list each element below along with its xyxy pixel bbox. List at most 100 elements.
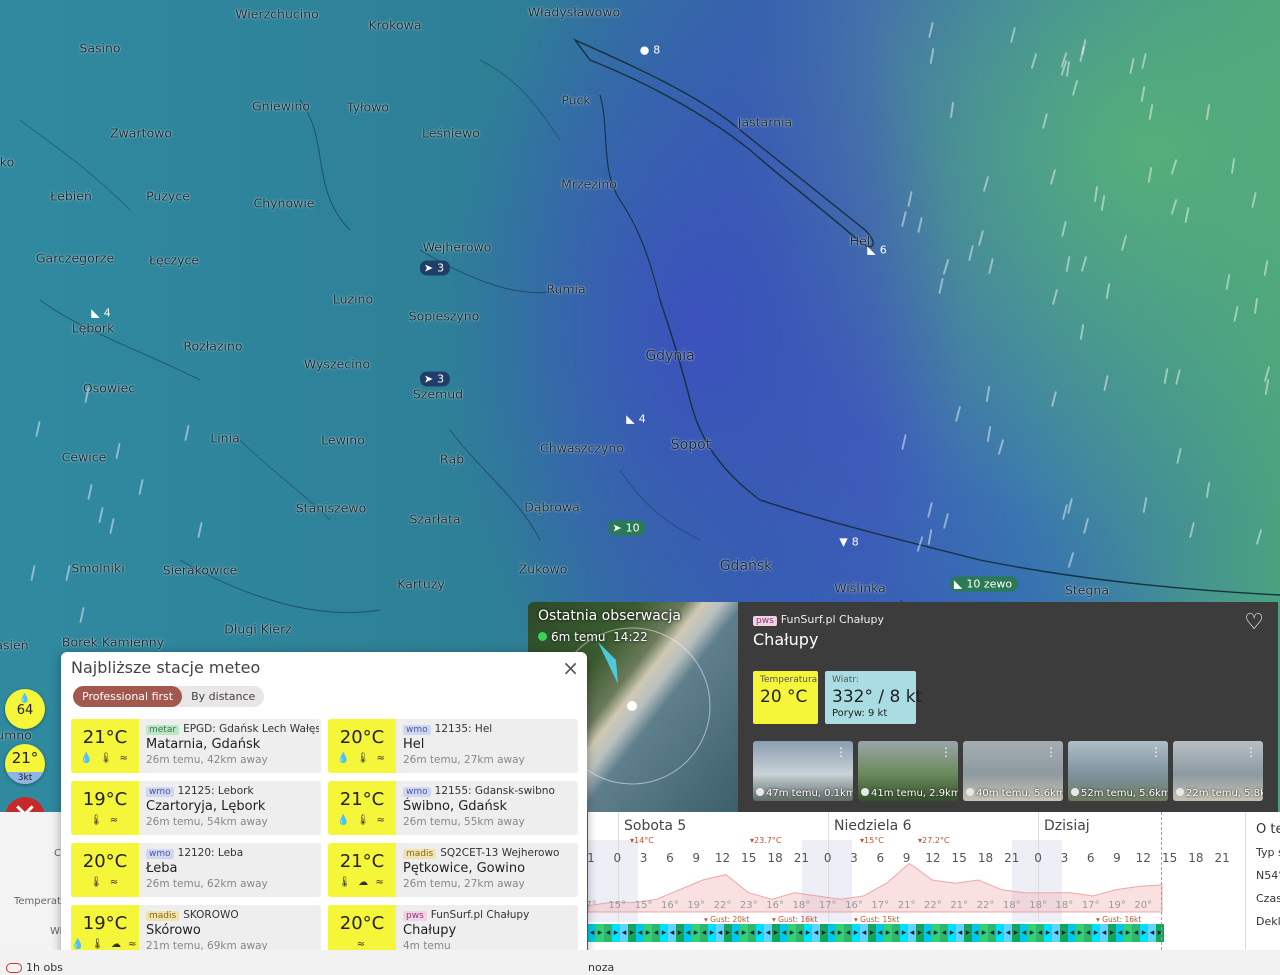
wind-station-marker[interactable]: ➤ 10 xyxy=(608,520,646,536)
source-badge: wmo xyxy=(146,849,174,859)
place-label: Wierzchucino xyxy=(235,6,319,22)
wind-cell: ◂ xyxy=(1004,924,1012,942)
sort-toggle: Professional first By distance xyxy=(73,686,265,707)
webcam-age: 22m temu, 5.8km xyxy=(1186,788,1263,799)
station-detail: 26m temu, 42km away xyxy=(146,754,268,766)
place-label: Lewino xyxy=(321,432,365,448)
layer-toggle[interactable]: 1h obs xyxy=(6,961,63,974)
wind-arrow-icon: ◣ xyxy=(953,577,963,591)
wind-cell: ▸ xyxy=(820,924,828,942)
place-label: Sasino xyxy=(79,40,121,56)
temp-label: 23° xyxy=(739,900,758,911)
wind-cell: ◂ xyxy=(588,924,596,942)
station-card[interactable]: 20°C 💧 🌡 ≈ wmo 12135: Hel Hel 26m temu, 27km … xyxy=(328,719,578,773)
temp-label: 19° xyxy=(687,900,706,911)
place-label: Długi Kierz xyxy=(224,621,292,637)
sort-professional-button[interactable]: Professional first xyxy=(73,686,183,707)
wind-station-marker[interactable]: ➤ 3 xyxy=(419,371,451,387)
temp-label: 15° xyxy=(634,900,653,911)
place-label: Kartuzy xyxy=(397,576,445,592)
wind-arrow-icon: ◣ xyxy=(91,306,100,320)
wind-cell: ◂ xyxy=(892,924,900,942)
temp-label: 18° xyxy=(1055,900,1074,911)
wind-cell: ▸ xyxy=(788,924,796,942)
close-popup-button[interactable]: × xyxy=(562,656,579,680)
wind-cell: ▸ xyxy=(1156,924,1164,942)
webcam-thumbnail[interactable]: ⋮ 47m temu, 0.1km xyxy=(753,741,853,801)
station-detail: 26m temu, 62km away xyxy=(146,878,268,890)
wind-station-marker[interactable]: ● 8 xyxy=(636,43,667,58)
station-temp-box: 21°C 💧 🌡 ≈ xyxy=(328,781,396,835)
wind-cell: ▸ xyxy=(916,924,924,942)
wind-cell: ◂ xyxy=(1116,924,1124,942)
webcam-thumbnail[interactable]: ⋮ 22m temu, 5.8km xyxy=(1173,741,1263,801)
wind-cell: ▸ xyxy=(1092,924,1100,942)
more-vert-icon[interactable]: ⋮ xyxy=(1150,745,1162,759)
nearest-stations-popup: Najbliższe stacje meteo × Professional f… xyxy=(61,652,587,974)
wind-station-marker[interactable]: ▼ 8 xyxy=(835,535,864,550)
info-label: Dekl xyxy=(1256,915,1280,928)
wind-speed-label: 10 zewo xyxy=(966,577,1013,591)
wind-station-marker[interactable]: ◣ 10 zewo xyxy=(949,576,1019,592)
wind-cell: ▸ xyxy=(692,924,700,942)
wind-arrow-icon: ▼ xyxy=(839,535,848,549)
station-temp: 21°C xyxy=(339,789,385,810)
webcam-caption: 41m temu, 2.9km xyxy=(861,788,958,799)
place-label: ko xyxy=(0,154,15,170)
rain-value: 64 xyxy=(16,703,34,718)
station-card[interactable]: 21°C 💧 🌡 ≈ wmo 12155: Gdansk-swibno Świbno, … xyxy=(328,781,578,835)
sort-distance-button[interactable]: By distance xyxy=(182,686,264,707)
gust-value: Poryw: 9 kt xyxy=(832,708,888,719)
wind-cell: ▸ xyxy=(1012,924,1020,942)
temperature-box: Temperatura: 20 °C xyxy=(753,671,820,724)
wind-cell: ◂ xyxy=(1052,924,1060,942)
place-label: umno xyxy=(0,727,32,743)
place-label: Stegna xyxy=(1064,582,1110,598)
station-detail: 26m temu, 54km away xyxy=(146,816,268,828)
wind-cell: ◂ xyxy=(972,924,980,942)
wind-cell: ▸ xyxy=(932,924,940,942)
favorite-heart-icon[interactable]: ♡ xyxy=(1244,610,1264,635)
more-vert-icon[interactable]: ⋮ xyxy=(1245,745,1257,759)
place-label: Garczegorze xyxy=(35,250,115,266)
station-info: wmo 12125: Lebork Czartoryja, Lębork 26m te… xyxy=(146,785,319,828)
webcam-thumbnail[interactable]: ⋮ 40m temu, 5.6km xyxy=(963,741,1063,801)
wind-cell: ◂ xyxy=(748,924,756,942)
source-id: SQ2CET-13 Wejherowo xyxy=(440,847,560,859)
place-label: Pużyce xyxy=(146,188,190,204)
place-label: asień xyxy=(0,637,29,653)
place-label: Smolniki xyxy=(71,560,125,576)
sensor-icons: 💧 🌡 ☁ ≈ xyxy=(71,939,139,950)
wind-speed-label: 4 xyxy=(103,306,111,320)
webcam-thumbnail[interactable]: ⋮ 41m temu, 2.9km xyxy=(858,741,958,801)
wind-station-marker[interactable]: ◣ 4 xyxy=(87,306,116,321)
place-label: Gdynia xyxy=(645,348,695,364)
wind-station-marker[interactable]: ◣ 4 xyxy=(622,412,651,427)
forecast-timeline[interactable]: Sobota 5 Niedziela 6 Dzisiaj 1 0 3 6 9 12 15 18 21… xyxy=(588,812,1280,950)
station-source: wmo 12120: Leba xyxy=(146,847,319,859)
more-vert-icon[interactable]: ⋮ xyxy=(835,745,847,759)
station-card[interactable]: 21°C 💧 🌡 ≈ metarEPGD: Gdańsk Lech Wałęsa A… xyxy=(71,719,321,773)
wind-cell: ◂ xyxy=(1020,924,1028,942)
place-label: Sierakowice xyxy=(162,562,238,578)
more-vert-icon[interactable]: ⋮ xyxy=(1045,745,1057,759)
station-card[interactable]: 21°C 🌡 ☁ ≈ madis SQ2CET-13 Wejherowo Pętkowi… xyxy=(328,843,578,897)
place-label: Żukowo xyxy=(518,561,568,577)
webcam-age: 41m temu, 2.9km xyxy=(871,788,958,799)
wind-arrow-icon: ➤ xyxy=(423,261,434,275)
wind-station-marker[interactable]: ➤ 3 xyxy=(419,260,451,276)
station-card[interactable]: 19°C 🌡 ≈ wmo 12125: Lebork Czartoryja, Lębor… xyxy=(71,781,321,835)
station-temp: 20°C xyxy=(339,727,385,748)
webcam-thumbnail[interactable]: ⋮ 52m temu, 5.6km xyxy=(1068,741,1168,801)
more-vert-icon[interactable]: ⋮ xyxy=(940,745,952,759)
wind-station-marker[interactable]: ◣ 6 xyxy=(863,243,892,258)
station-card[interactable]: 20°C 🌡 ≈ wmo 12120: Leba Łeba 26m temu, 62km … xyxy=(71,843,321,897)
station-source: metarEPGD: Gdańsk Lech Wałęsa Air xyxy=(146,723,319,735)
rain-bubble[interactable]: 💧 64 xyxy=(5,689,45,729)
source-badge: pws xyxy=(753,616,777,626)
wind-box: Wiatr: 332° / 8 kt Poryw: 9 kt xyxy=(825,671,922,724)
sensor-icons: 🌡 ≈ xyxy=(89,815,121,826)
info-label: N54° xyxy=(1256,869,1280,882)
temp-bubble[interactable]: 21° 3kt xyxy=(5,744,45,784)
temp-label: 15° xyxy=(608,900,627,911)
